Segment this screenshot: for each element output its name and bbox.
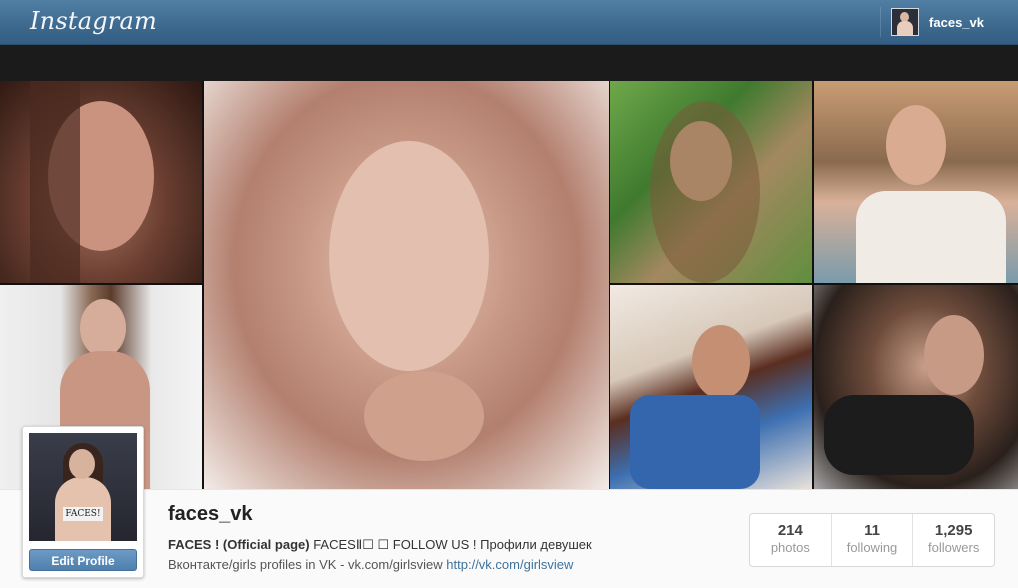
top-navigation-bar: Instagram faces_vk	[0, 0, 1018, 45]
cover-photo-grid	[0, 81, 1018, 489]
profile-picture-card: FACES! Edit Profile	[22, 426, 144, 578]
profile-website-link[interactable]: http://vk.com/girlsview	[446, 557, 573, 572]
cover-photo-6[interactable]	[814, 285, 1018, 489]
bio-text-2: Вконтакте/girls profiles in VK - vk.com/…	[168, 557, 443, 572]
stat-photos-count: 214	[777, 522, 803, 539]
stat-followers-count: 1,295	[934, 522, 973, 539]
stat-photos[interactable]: 214 photos	[750, 514, 831, 566]
header-shadow-band	[0, 45, 1018, 81]
profile-stats: 214 photos 11 following 1,295 followers	[749, 513, 995, 567]
stat-following[interactable]: 11 following	[830, 514, 913, 566]
profile-picture[interactable]: FACES!	[29, 433, 137, 541]
profile-bio-line-1: FACES ! (Official page) FACESⅡ☐ ☐ FOLLOW…	[168, 537, 592, 553]
stat-following-count: 11	[864, 522, 880, 539]
profile-username: faces_vk	[168, 503, 253, 525]
instagram-logo[interactable]: Instagram	[30, 7, 157, 35]
faces-tag: FACES!	[63, 507, 103, 521]
cover-photo-main[interactable]	[204, 81, 609, 489]
stat-followers[interactable]: 1,295 followers	[912, 514, 994, 566]
user-avatar-thumbnail	[891, 8, 920, 36]
user-menu[interactable]: faces_vk	[880, 7, 996, 37]
stat-following-label: following	[846, 540, 898, 555]
cover-photo-3[interactable]	[610, 81, 812, 283]
cover-photo-1[interactable]	[0, 81, 202, 283]
bio-title: FACES ! (Official page)	[168, 537, 310, 552]
cover-photo-5[interactable]	[610, 285, 812, 489]
header-username[interactable]: faces_vk	[929, 15, 984, 30]
stat-followers-label: followers	[928, 540, 980, 555]
edit-profile-button[interactable]: Edit Profile	[29, 549, 137, 571]
bio-text: FACESⅡ☐ ☐ FOLLOW US ! Профили девушек	[313, 537, 592, 552]
cover-photo-4[interactable]	[814, 81, 1018, 283]
stat-photos-label: photos	[770, 540, 810, 555]
profile-bio-line-2: Вконтакте/girls profiles in VK - vk.com/…	[168, 557, 573, 572]
